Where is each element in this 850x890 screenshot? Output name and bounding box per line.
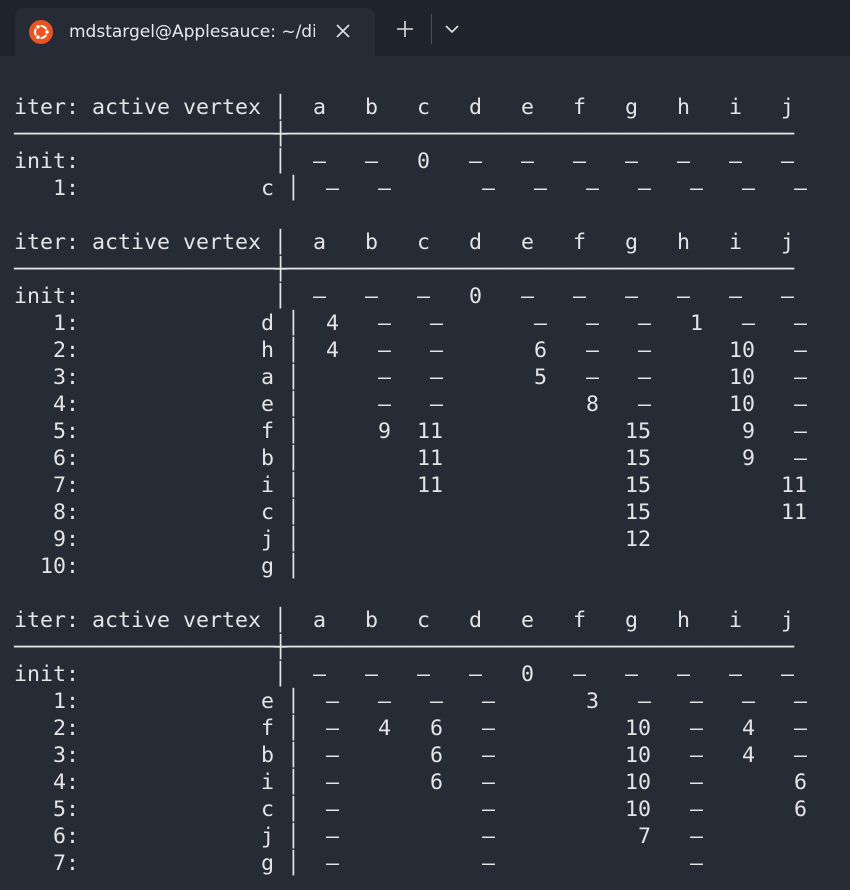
- plus-icon[interactable]: [394, 18, 416, 40]
- terminal-line: 1: e │ – – – – 3 – – – –: [14, 689, 808, 714]
- terminal-line: 6: j │ – – 7 –: [14, 824, 704, 849]
- terminal-line: init: │ – – – 0 – – – – – –: [14, 284, 795, 309]
- terminal-line: 8: c │ 15 11: [14, 500, 808, 525]
- ubuntu-icon: [29, 20, 53, 44]
- terminal-line: 7: g │ – – –: [14, 851, 704, 876]
- terminal-line: 3: a │ – – 5 – – 10 –: [14, 365, 808, 390]
- terminal-line: init: │ – – 0 – – – – – – –: [14, 149, 795, 174]
- terminal-line: 2: h │ 4 – – 6 – – 10 –: [14, 338, 808, 363]
- terminal-tab[interactable]: mdstargel@Applesauce: ~/dij: [15, 8, 375, 56]
- terminal-line: 2: f │ – 4 6 – 10 – 4 –: [14, 716, 808, 741]
- terminal-line: 5: f │ 9 11 15 9 –: [14, 419, 808, 444]
- terminal-line: 4: i │ – 6 – 10 – 6: [14, 770, 808, 795]
- terminal-line: iter: active vertex │ a b c d e f g h i …: [14, 95, 795, 120]
- terminal-line: ────────────────────┼───────────────────…: [14, 122, 795, 147]
- terminal-line: 6: b │ 11 15 9 –: [14, 446, 808, 471]
- terminal-line: init: │ – – – – 0 – – – – –: [14, 662, 795, 687]
- terminal-line: ────────────────────┼───────────────────…: [14, 635, 795, 660]
- chevron-down-icon[interactable]: [443, 20, 461, 38]
- terminal-line: 1: d │ 4 – – – – – 1 – –: [14, 311, 808, 336]
- terminal-line: 10: g │: [14, 554, 301, 579]
- terminal-line: 7: i │ 11 15 11: [14, 473, 808, 498]
- terminal-output[interactable]: iter: active vertex │ a b c d e f g h i …: [14, 94, 807, 877]
- close-icon[interactable]: [333, 21, 353, 41]
- terminal-line: 1: c │ – – – – – – – – –: [14, 176, 808, 201]
- terminal-line: iter: active vertex │ a b c d e f g h i …: [14, 608, 795, 633]
- terminal-line: 4: e │ – – 8 – 10 –: [14, 392, 808, 417]
- terminal-line: 5: c │ – – 10 – 6: [14, 797, 808, 822]
- terminal-line: iter: active vertex │ a b c d e f g h i …: [14, 230, 795, 255]
- terminal-line: ────────────────────┼───────────────────…: [14, 257, 795, 282]
- tab-separator: [431, 14, 432, 44]
- tab-title: mdstargel@Applesauce: ~/dij: [69, 22, 315, 42]
- terminal-line: 3: b │ – 6 – 10 – 4 –: [14, 743, 808, 768]
- terminal-line: 9: j │ 12: [14, 527, 652, 552]
- title-bar: mdstargel@Applesauce: ~/dij: [0, 0, 850, 56]
